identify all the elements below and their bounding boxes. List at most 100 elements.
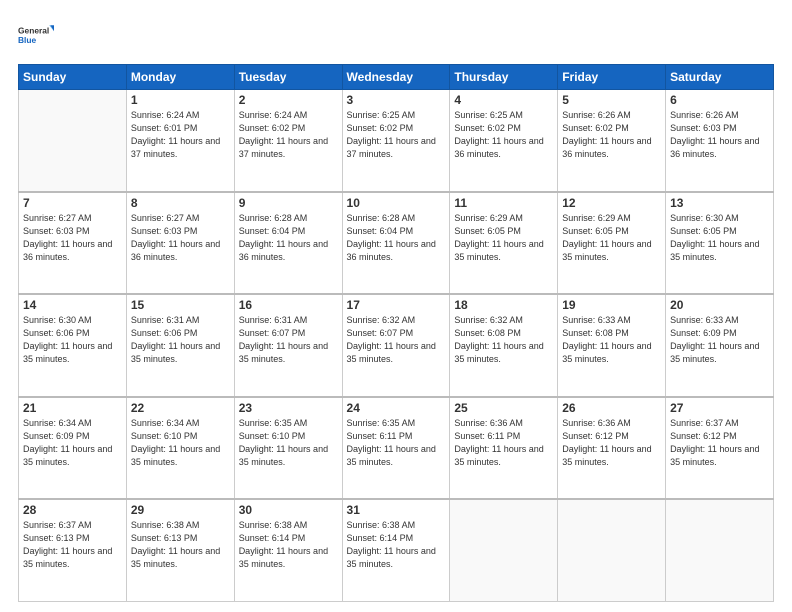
day-info: Sunrise: 6:24 AM Sunset: 6:01 PM Dayligh… xyxy=(131,109,230,161)
calendar-cell: 29 Sunrise: 6:38 AM Sunset: 6:13 PM Dayli… xyxy=(126,499,234,601)
weekday-header: Friday xyxy=(558,65,666,90)
day-info: Sunrise: 6:38 AM Sunset: 6:14 PM Dayligh… xyxy=(347,519,446,571)
day-info: Sunrise: 6:30 AM Sunset: 6:05 PM Dayligh… xyxy=(670,212,769,264)
day-info: Sunrise: 6:29 AM Sunset: 6:05 PM Dayligh… xyxy=(454,212,553,264)
calendar-cell: 31 Sunrise: 6:38 AM Sunset: 6:14 PM Dayli… xyxy=(342,499,450,601)
weekday-header: Monday xyxy=(126,65,234,90)
day-number: 23 xyxy=(239,401,338,415)
calendar-cell: 6 Sunrise: 6:26 AM Sunset: 6:03 PM Daylig… xyxy=(666,90,774,192)
day-info: Sunrise: 6:37 AM Sunset: 6:12 PM Dayligh… xyxy=(670,417,769,469)
day-info: Sunrise: 6:28 AM Sunset: 6:04 PM Dayligh… xyxy=(347,212,446,264)
day-info: Sunrise: 6:36 AM Sunset: 6:12 PM Dayligh… xyxy=(562,417,661,469)
day-number: 4 xyxy=(454,93,553,107)
day-info: Sunrise: 6:31 AM Sunset: 6:06 PM Dayligh… xyxy=(131,314,230,366)
calendar-cell: 10 Sunrise: 6:28 AM Sunset: 6:04 PM Dayli… xyxy=(342,192,450,294)
day-number: 14 xyxy=(23,298,122,312)
day-number: 31 xyxy=(347,503,446,517)
calendar-cell: 1 Sunrise: 6:24 AM Sunset: 6:01 PM Daylig… xyxy=(126,90,234,192)
calendar-cell: 24 Sunrise: 6:35 AM Sunset: 6:11 PM Dayli… xyxy=(342,397,450,499)
day-info: Sunrise: 6:29 AM Sunset: 6:05 PM Dayligh… xyxy=(562,212,661,264)
calendar-cell: 21 Sunrise: 6:34 AM Sunset: 6:09 PM Dayli… xyxy=(19,397,127,499)
calendar-cell: 23 Sunrise: 6:35 AM Sunset: 6:10 PM Dayli… xyxy=(234,397,342,499)
calendar-cell: 9 Sunrise: 6:28 AM Sunset: 6:04 PM Daylig… xyxy=(234,192,342,294)
day-number: 26 xyxy=(562,401,661,415)
calendar-cell xyxy=(450,499,558,601)
calendar-cell: 2Sunrise: 6:24 AM Sunset: 6:02 PM Daylig… xyxy=(234,90,342,192)
day-number: 2 xyxy=(239,93,338,107)
calendar-cell: 18 Sunrise: 6:32 AM Sunset: 6:08 PM Dayli… xyxy=(450,294,558,396)
day-number: 21 xyxy=(23,401,122,415)
day-number: 1 xyxy=(131,93,230,107)
day-number: 20 xyxy=(670,298,769,312)
calendar-cell: 28 Sunrise: 6:37 AM Sunset: 6:13 PM Dayli… xyxy=(19,499,127,601)
calendar-cell: 7 Sunrise: 6:27 AM Sunset: 6:03 PM Daylig… xyxy=(19,192,127,294)
day-info: Sunrise: 6:26 AM Sunset: 6:03 PM Dayligh… xyxy=(670,109,769,161)
day-number: 29 xyxy=(131,503,230,517)
calendar-cell xyxy=(666,499,774,601)
calendar-cell: 19Sunrise: 6:33 AM Sunset: 6:08 PM Dayli… xyxy=(558,294,666,396)
logo: General Blue xyxy=(18,18,54,54)
calendar-cell: 3 Sunrise: 6:25 AM Sunset: 6:02 PM Daylig… xyxy=(342,90,450,192)
calendar-cell: 4 Sunrise: 6:25 AM Sunset: 6:02 PM Daylig… xyxy=(450,90,558,192)
day-number: 12 xyxy=(562,196,661,210)
calendar-cell: 12 Sunrise: 6:29 AM Sunset: 6:05 PM Dayli… xyxy=(558,192,666,294)
day-number: 27 xyxy=(670,401,769,415)
calendar-cell xyxy=(558,499,666,601)
day-info: Sunrise: 6:37 AM Sunset: 6:13 PM Dayligh… xyxy=(23,519,122,571)
header: General Blue xyxy=(18,18,774,54)
day-info: Sunrise: 6:28 AM Sunset: 6:04 PM Dayligh… xyxy=(239,212,338,264)
day-number: 15 xyxy=(131,298,230,312)
weekday-header: Tuesday xyxy=(234,65,342,90)
day-number: 25 xyxy=(454,401,553,415)
calendar-cell xyxy=(19,90,127,192)
day-number: 22 xyxy=(131,401,230,415)
day-info: Sunrise: 6:25 AM Sunset: 6:02 PM Dayligh… xyxy=(454,109,553,161)
day-info: Sunrise: 6:32 AM Sunset: 6:07 PM Dayligh… xyxy=(347,314,446,366)
day-info: Sunrise: 6:33 AM Sunset: 6:08 PM Dayligh… xyxy=(562,314,661,366)
calendar-cell: 11 Sunrise: 6:29 AM Sunset: 6:05 PM Dayli… xyxy=(450,192,558,294)
weekday-header: Wednesday xyxy=(342,65,450,90)
day-number: 24 xyxy=(347,401,446,415)
calendar-cell: 17Sunrise: 6:32 AM Sunset: 6:07 PM Dayli… xyxy=(342,294,450,396)
day-info: Sunrise: 6:35 AM Sunset: 6:11 PM Dayligh… xyxy=(347,417,446,469)
day-number: 3 xyxy=(347,93,446,107)
day-info: Sunrise: 6:26 AM Sunset: 6:02 PM Dayligh… xyxy=(562,109,661,161)
day-number: 7 xyxy=(23,196,122,210)
day-number: 18 xyxy=(454,298,553,312)
calendar-cell: 5 Sunrise: 6:26 AM Sunset: 6:02 PM Daylig… xyxy=(558,90,666,192)
calendar-cell: 16Sunrise: 6:31 AM Sunset: 6:07 PM Dayli… xyxy=(234,294,342,396)
day-number: 16 xyxy=(239,298,338,312)
day-number: 13 xyxy=(670,196,769,210)
day-info: Sunrise: 6:27 AM Sunset: 6:03 PM Dayligh… xyxy=(131,212,230,264)
day-info: Sunrise: 6:25 AM Sunset: 6:02 PM Dayligh… xyxy=(347,109,446,161)
day-number: 5 xyxy=(562,93,661,107)
day-number: 8 xyxy=(131,196,230,210)
day-info: Sunrise: 6:36 AM Sunset: 6:11 PM Dayligh… xyxy=(454,417,553,469)
calendar-cell: 13 Sunrise: 6:30 AM Sunset: 6:05 PM Dayli… xyxy=(666,192,774,294)
day-info: Sunrise: 6:38 AM Sunset: 6:14 PM Dayligh… xyxy=(239,519,338,571)
day-info: Sunrise: 6:35 AM Sunset: 6:10 PM Dayligh… xyxy=(239,417,338,469)
day-number: 10 xyxy=(347,196,446,210)
calendar-cell: 22 Sunrise: 6:34 AM Sunset: 6:10 PM Dayli… xyxy=(126,397,234,499)
calendar-cell: 20Sunrise: 6:33 AM Sunset: 6:09 PM Dayli… xyxy=(666,294,774,396)
svg-text:General: General xyxy=(18,26,49,36)
calendar-cell: 8 Sunrise: 6:27 AM Sunset: 6:03 PM Daylig… xyxy=(126,192,234,294)
calendar-cell: 27 Sunrise: 6:37 AM Sunset: 6:12 PM Dayli… xyxy=(666,397,774,499)
calendar-cell: 30Sunrise: 6:38 AM Sunset: 6:14 PM Dayli… xyxy=(234,499,342,601)
day-number: 11 xyxy=(454,196,553,210)
day-info: Sunrise: 6:34 AM Sunset: 6:09 PM Dayligh… xyxy=(23,417,122,469)
day-number: 9 xyxy=(239,196,338,210)
page: General Blue SundayMondayTuesdayWednesda… xyxy=(0,0,792,612)
day-number: 6 xyxy=(670,93,769,107)
day-info: Sunrise: 6:38 AM Sunset: 6:13 PM Dayligh… xyxy=(131,519,230,571)
day-number: 28 xyxy=(23,503,122,517)
calendar-table: SundayMondayTuesdayWednesdayThursdayFrid… xyxy=(18,64,774,602)
svg-text:Blue: Blue xyxy=(18,35,37,45)
weekday-header: Saturday xyxy=(666,65,774,90)
day-info: Sunrise: 6:34 AM Sunset: 6:10 PM Dayligh… xyxy=(131,417,230,469)
calendar-cell: 25 Sunrise: 6:36 AM Sunset: 6:11 PM Dayli… xyxy=(450,397,558,499)
day-info: Sunrise: 6:27 AM Sunset: 6:03 PM Dayligh… xyxy=(23,212,122,264)
calendar-cell: 26 Sunrise: 6:36 AM Sunset: 6:12 PM Dayli… xyxy=(558,397,666,499)
weekday-header: Sunday xyxy=(19,65,127,90)
day-info: Sunrise: 6:32 AM Sunset: 6:08 PM Dayligh… xyxy=(454,314,553,366)
